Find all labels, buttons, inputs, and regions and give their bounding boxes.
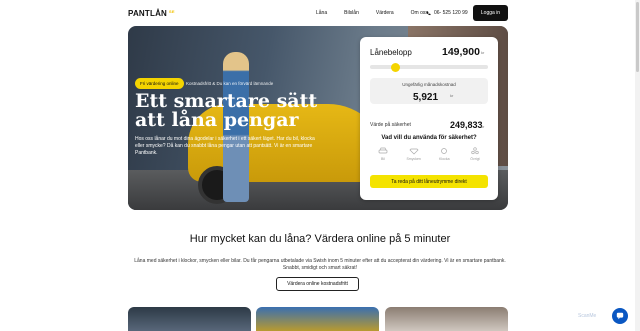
loan-label: Lånebelopp [370, 48, 412, 57]
phone-icon [426, 11, 431, 15]
monthly-cost-box: Ungefärlig månadskostnad 5,921 kr [370, 78, 488, 104]
collateral-options: Bil Smycken Klocka Övrigt [374, 147, 484, 161]
section-title: Hur mycket kan du låna? Värdera online p… [189, 233, 451, 245]
feature-tile-1[interactable] [128, 307, 251, 331]
nav-link-billan[interactable]: Bilslån [344, 10, 359, 16]
collateral-car[interactable]: Bil [374, 147, 392, 161]
login-button[interactable]: Logga in [473, 5, 508, 21]
watch-icon [441, 148, 448, 154]
collateral-question: Vad vill du använda för säkerhet? [381, 135, 477, 141]
watermark-text: ScanMe [578, 313, 597, 319]
page-scrollbar-thumb[interactable] [636, 2, 639, 72]
phone-link[interactable]: 06- 525 120 99 [426, 10, 468, 16]
collateral-watch-label: Klocka [439, 157, 450, 161]
loan-slider-track[interactable] [370, 65, 488, 69]
loan-calculator: Lånebelopp 149,900 kr Ungefärlig månadsk… [360, 37, 498, 200]
hero-badge-subtext: Kostnadsfritt & Du kan en förvärd lämnan… [186, 81, 274, 86]
pledge-label: Värde på säkerhet [370, 122, 411, 128]
nav-link-lana[interactable]: Låna [316, 10, 327, 16]
value-online-button[interactable]: Värdera online kostnadsfritt [276, 277, 359, 291]
other-items-icon [471, 147, 479, 155]
hero-text: Hos oss lånar du mot dina ägodelar i säk… [135, 136, 315, 156]
monthly-label: Ungefärlig månadskostnad [402, 82, 456, 87]
collateral-watch[interactable]: Klocka [435, 147, 453, 161]
collateral-jewelry[interactable]: Smycken [405, 147, 423, 161]
phone-number: 06- 525 120 99 [434, 10, 468, 16]
collateral-other-label: Övrigt [470, 157, 480, 161]
brand-logo[interactable]: PANTLÅN SE [128, 9, 175, 18]
top-nav: PANTLÅN SE Låna Bilslån Värdera Om oss 06… [0, 0, 640, 26]
chat-button[interactable] [612, 308, 628, 324]
chat-icon [616, 312, 624, 320]
monthly-amount: 5,921 [413, 92, 439, 103]
nav-link-vardera[interactable]: Värdera [376, 10, 394, 16]
section-text: Låna med säkerhet i klockor, smycken ell… [134, 258, 506, 271]
hero-badge: Fri värdering online [135, 78, 184, 89]
loan-currency: kr [481, 50, 485, 55]
monthly-currency: kr [450, 93, 454, 98]
pledge-amount: 249,833 [450, 120, 483, 130]
loan-slider-knob[interactable] [391, 63, 401, 72]
hero-title: Ett smartare sätt att låna pengar [135, 90, 318, 131]
collateral-car-label: Bil [381, 157, 385, 161]
collateral-jewelry-label: Smycken [406, 157, 421, 161]
feature-tile-2[interactable] [256, 307, 379, 331]
feature-tile-3[interactable] [385, 307, 508, 331]
diamond-icon [409, 148, 419, 155]
loan-amount: 149,900 [442, 46, 480, 58]
collateral-other[interactable]: Övrigt [466, 147, 484, 161]
car-icon [378, 147, 388, 154]
loan-cta-button[interactable]: Ta reda på ditt låneutrymme direkt [370, 175, 488, 188]
pledge-currency: kr [481, 124, 485, 129]
